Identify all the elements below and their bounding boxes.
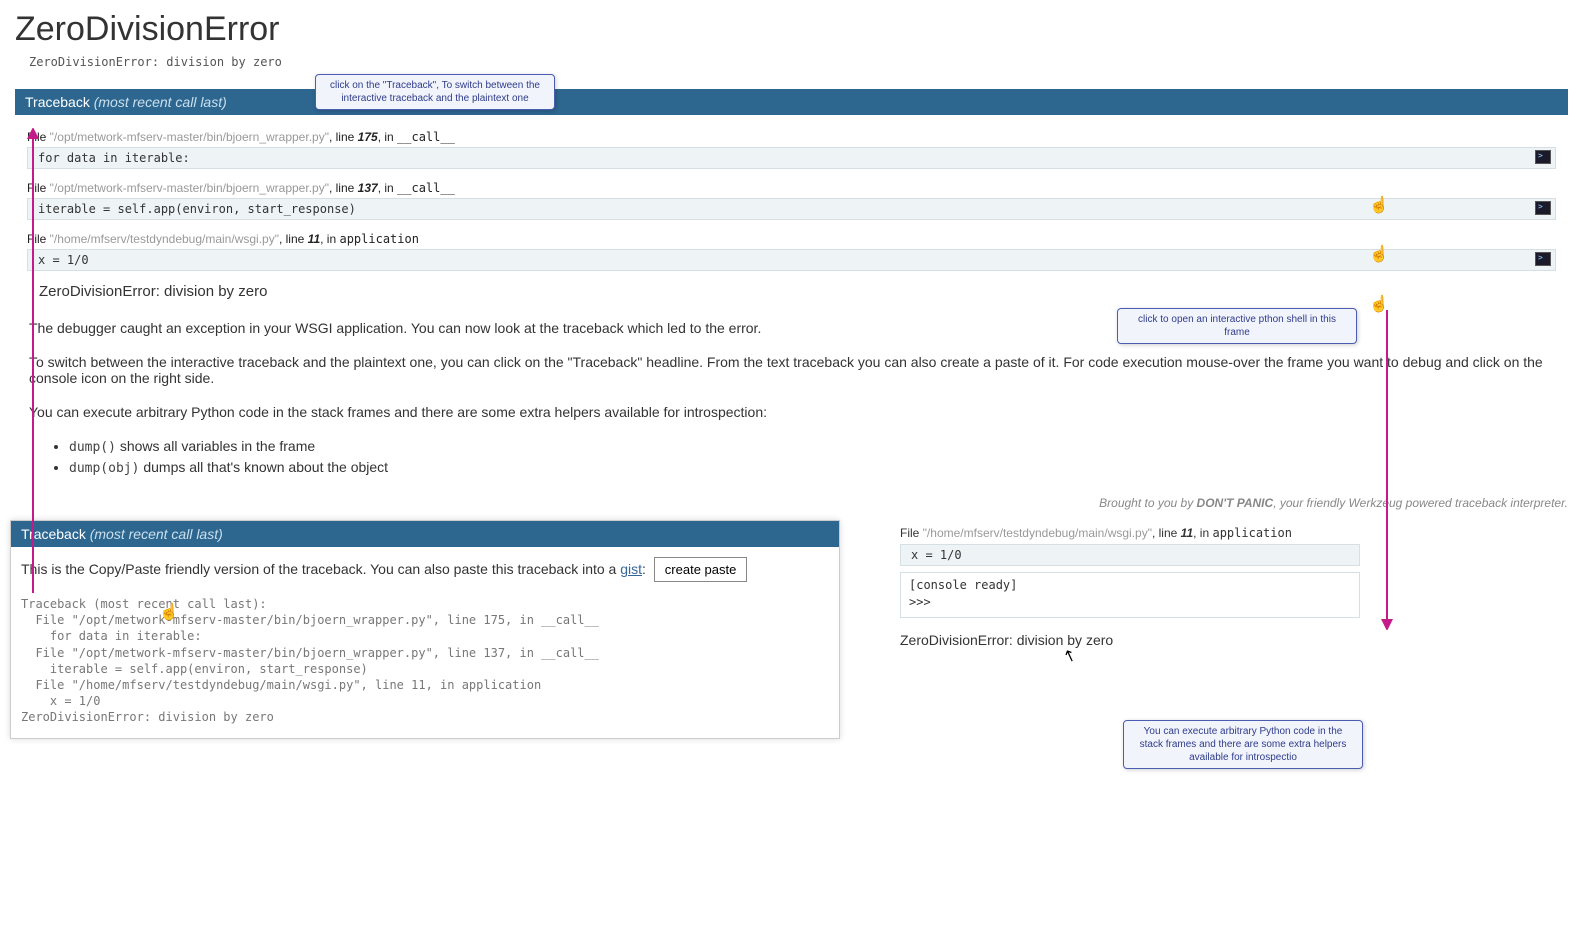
traceback-header-label: Traceback xyxy=(25,94,90,110)
description-p2: To switch between the interactive traceb… xyxy=(29,354,1554,386)
console-panel: File "/home/mfserv/testdyndebug/main/wsg… xyxy=(900,526,1360,648)
console-frame-code: x = 1/0 xyxy=(900,544,1360,566)
frame-code[interactable]: x = 1/0 xyxy=(27,249,1556,271)
frame-header[interactable]: File "/opt/metwork-mfserv-master/bin/bjo… xyxy=(27,130,1556,144)
helper-dump: dump() shows all variables in the frame xyxy=(69,438,1554,455)
console-shell[interactable]: [console ready] >>> xyxy=(900,572,1360,618)
callout-console: click to open an interactive pthon shell… xyxy=(1117,308,1357,344)
traceback-header[interactable]: Traceback (most recent call last) xyxy=(15,89,1568,115)
page-title: ZeroDivisionError xyxy=(15,10,1568,49)
footer-credit: Brought to you by DON'T PANIC, your frie… xyxy=(15,496,1568,510)
plaintext-traceback-text[interactable]: Traceback (most recent call last): File … xyxy=(11,590,839,738)
traceback-frames: File "/opt/metwork-mfserv-master/bin/bjo… xyxy=(27,130,1556,300)
gist-link[interactable]: gist xyxy=(620,561,642,577)
traceback-header-suffix: (most recent call last) xyxy=(94,94,227,110)
plaintext-traceback-header[interactable]: Traceback (most recent call last) xyxy=(11,521,839,547)
frame-header[interactable]: File "/home/mfserv/testdyndebug/main/wsg… xyxy=(27,232,1556,246)
frame-code[interactable]: iterable = self.app(environ, start_respo… xyxy=(27,198,1556,220)
frame-code[interactable]: for data in iterable: xyxy=(27,147,1556,169)
description-p3: You can execute arbitrary Python code in… xyxy=(29,404,1554,420)
plaintext-intro: This is the Copy/Paste friendly version … xyxy=(11,547,839,590)
console-icon[interactable] xyxy=(1535,150,1551,164)
helper-dump-obj: dump(obj) dumps all that's known about t… xyxy=(69,459,1554,476)
create-paste-button[interactable]: create paste xyxy=(654,557,748,582)
callout-traceback-toggle: click on the "Traceback", To switch betw… xyxy=(315,74,555,110)
plaintext-traceback-panel: Traceback (most recent call last) This i… xyxy=(10,520,840,739)
console-error-summary: ZeroDivisionError: division by zero xyxy=(900,632,1360,648)
console-frame-header: File "/home/mfserv/testdyndebug/main/wsg… xyxy=(900,526,1360,540)
exception-summary-top: ZeroDivisionError: division by zero xyxy=(29,55,1568,69)
console-icon[interactable] xyxy=(1535,252,1551,266)
callout-exec: You can execute arbitrary Python code in… xyxy=(1123,720,1363,769)
console-icon[interactable] xyxy=(1535,201,1551,215)
frame-header[interactable]: File "/opt/metwork-mfserv-master/bin/bjo… xyxy=(27,181,1556,195)
error-summary: ZeroDivisionError: division by zero xyxy=(39,283,1544,300)
